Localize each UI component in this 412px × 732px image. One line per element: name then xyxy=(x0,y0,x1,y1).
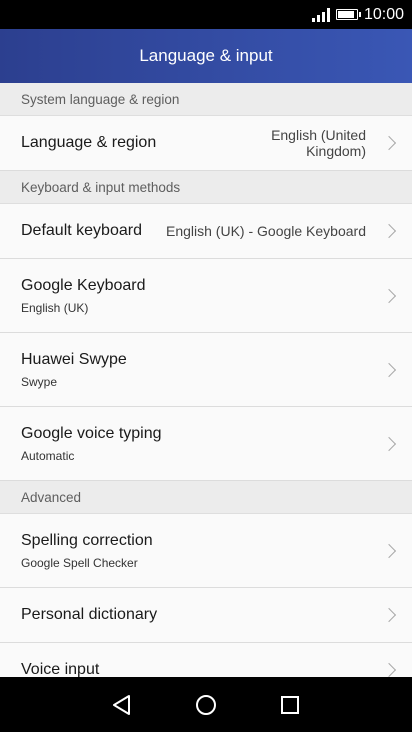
row-text: Voice input xyxy=(21,661,366,677)
status-time: 10:00 xyxy=(363,5,404,23)
row-subtitle: Swype xyxy=(21,374,58,389)
row-text: Huawei Swype Swype xyxy=(21,351,366,389)
battery-icon xyxy=(335,9,361,20)
row-subtitle: English (UK) xyxy=(21,300,89,315)
google-voice-typing-item[interactable]: Google voice typing Automatic xyxy=(0,407,412,481)
chevron-right-icon xyxy=(381,288,397,303)
default-keyboard-item[interactable]: Default keyboard English (UK) - Google K… xyxy=(0,204,412,259)
section-label: Advanced xyxy=(21,489,82,505)
settings-list[interactable]: System language & region Language & regi… xyxy=(0,83,412,677)
home-circle-icon xyxy=(196,694,216,715)
row-text: Language & region xyxy=(21,134,271,152)
row-text: Google Keyboard English (UK) xyxy=(21,277,366,315)
status-bar: 10:00 xyxy=(0,0,412,29)
row-title: Language & region xyxy=(21,134,157,151)
row-value: English (United Kingdom) xyxy=(271,127,366,159)
row-subtitle: Google Spell Checker xyxy=(21,555,138,570)
section-label: Keyboard & input methods xyxy=(21,179,181,195)
chevron-right-icon xyxy=(381,362,397,377)
row-title: Spelling correction xyxy=(21,531,153,549)
chevron-right-icon xyxy=(381,135,397,151)
google-keyboard-item[interactable]: Google Keyboard English (UK) xyxy=(0,259,412,333)
page-title: Language & input xyxy=(139,46,273,65)
chevron-right-icon xyxy=(381,607,397,623)
row-text: Personal dictionary xyxy=(21,606,366,624)
section-header-system: System language & region xyxy=(0,83,412,116)
chevron-right-icon xyxy=(381,662,397,677)
voice-input-item[interactable]: Voice input xyxy=(0,643,412,677)
row-title: Default keyboard xyxy=(21,222,142,239)
navigation-bar xyxy=(0,677,412,732)
row-subtitle: Automatic xyxy=(21,448,75,463)
row-text: Google voice typing Automatic xyxy=(21,425,366,463)
app-header: Language & input xyxy=(0,29,412,83)
back-button[interactable] xyxy=(102,685,142,725)
row-text: Default keyboard xyxy=(21,222,166,240)
row-title: Personal dictionary xyxy=(21,606,158,623)
row-title: Google Keyboard xyxy=(21,276,146,294)
spelling-correction-item[interactable]: Spelling correction Google Spell Checker xyxy=(0,514,412,588)
personal-dictionary-item[interactable]: Personal dictionary xyxy=(0,588,412,643)
chevron-right-icon xyxy=(381,543,397,558)
language-region-item[interactable]: Language & region English (United Kingdo… xyxy=(0,116,412,171)
section-header-keyboard: Keyboard & input methods xyxy=(0,171,412,204)
signal-icon xyxy=(311,7,330,22)
section-header-advanced: Advanced xyxy=(0,481,412,514)
huawei-swype-item[interactable]: Huawei Swype Swype xyxy=(0,333,412,407)
recents-square-icon xyxy=(281,695,299,714)
recents-button[interactable] xyxy=(270,685,310,725)
home-button[interactable] xyxy=(186,685,226,725)
row-title: Google voice typing xyxy=(21,424,162,442)
section-label: System language & region xyxy=(21,91,180,107)
row-title: Voice input xyxy=(21,661,100,677)
chevron-right-icon xyxy=(381,223,397,239)
chevron-right-icon xyxy=(381,436,397,451)
row-title: Huawei Swype xyxy=(21,350,127,368)
row-value: English (UK) - Google Keyboard xyxy=(166,223,366,239)
row-text: Spelling correction Google Spell Checker xyxy=(21,532,366,570)
back-triangle-icon xyxy=(113,694,130,715)
